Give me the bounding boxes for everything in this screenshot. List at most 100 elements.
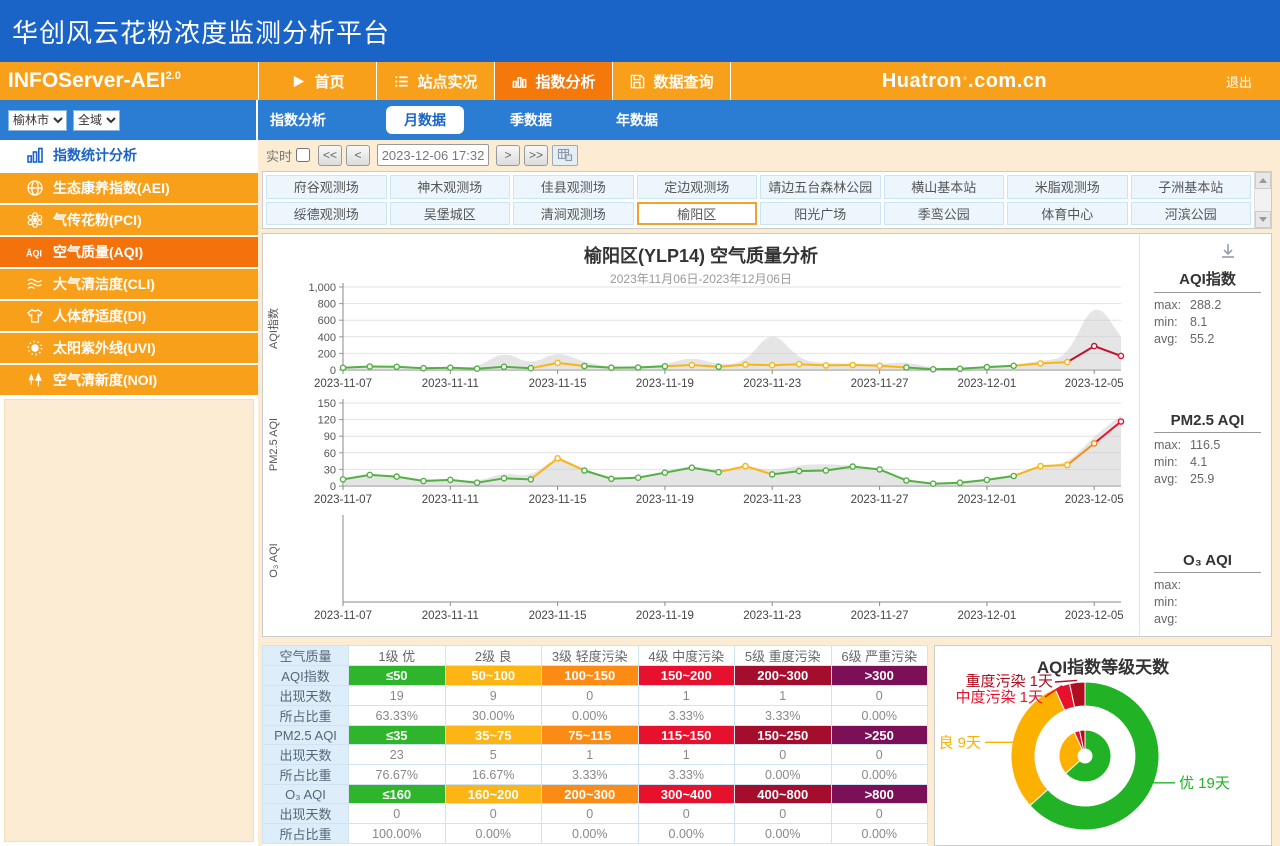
station-button[interactable]: 定边观测场 [637,175,758,199]
days-cell: 0 [735,804,832,824]
step-back-fast-button[interactable]: << [318,145,342,166]
station-button[interactable]: 横山基本站 [884,175,1005,199]
nav-item-站点实况[interactable]: 站点实况 [377,62,495,100]
svg-text:800: 800 [318,299,336,311]
level-header-cell: 5级 重度污染 [735,646,832,666]
svg-text:600: 600 [318,315,336,327]
level-header-cell: 3级 轻度污染 [542,646,639,666]
station-button[interactable]: 阳光广场 [760,202,881,226]
datetime-input[interactable] [377,144,489,166]
range-cell: 200~300 [542,785,639,804]
download-button[interactable] [1219,242,1237,260]
level-header-cell: 2级 良 [445,646,542,666]
sidebar-item-太阳紫外线(UVI)[interactable]: 太阳紫外线(UVI) [0,333,258,363]
days-cell: 0 [831,686,928,706]
scroll-up-button[interactable] [1255,172,1271,189]
station-button[interactable]: 吴堡城区 [390,202,511,226]
nav-item-数据查询[interactable]: 数据查询 [613,62,731,100]
station-button[interactable]: 米脂观测场 [1007,175,1128,199]
svg-text:2023-12-05: 2023-12-05 [1065,378,1124,390]
station-button[interactable]: 河滨公园 [1131,202,1252,226]
station-button[interactable]: 榆阳区 [637,202,758,226]
sidebar-item-空气清新度(NOI)[interactable]: 空气清新度(NOI) [0,365,258,395]
sidebar-item-人体舒适度(DI)[interactable]: 人体舒适度(DI) [0,301,258,331]
stats-icon [26,146,44,164]
tab-月数据[interactable]: 月数据 [386,106,464,134]
station-button[interactable]: 佳县观测场 [513,175,634,199]
days-cell: 0 [638,804,735,824]
nav-item-指数分析[interactable]: 指数分析 [495,62,613,100]
tab-年数据[interactable]: 年数据 [598,106,676,134]
calendar-button[interactable] [552,145,578,166]
svg-text:O₃ AQI: O₃ AQI [268,543,280,577]
section-name-cell: O₃ AQI [263,785,349,804]
days-cell: 23 [349,745,446,765]
stat-min: min: [1154,594,1261,611]
pct-cell: 0.00% [638,824,735,844]
station-button[interactable]: 靖边五台森林公园 [760,175,881,199]
aqi-line-chart: 02004006008001,0002023-11-072023-11-1120… [263,280,1131,396]
realtime-checkbox[interactable] [296,148,310,162]
station-button[interactable]: 府谷观测场 [266,175,387,199]
svg-text:60: 60 [324,448,336,460]
sidebar-item-label: 空气质量(AQI) [53,242,143,262]
stat-avg: avg: [1154,611,1261,628]
station-scrollbar[interactable] [1254,172,1271,228]
sidebar-items: 指数统计分析生态康养指数(AEI) 气传花粉(PCI)ĀQI空气质量(AQI) 大气… [0,140,258,397]
nav-item-label: 站点实况 [417,71,477,92]
air-quality-chart-panel: 榆阳区(YLP14) 空气质量分析 2023年11月06日-2023年12月06… [262,233,1272,637]
svg-text:2023-12-01: 2023-12-01 [957,378,1016,390]
svg-text:2023-11-23: 2023-11-23 [743,610,801,622]
stat-title: O₃ AQI [1154,552,1261,573]
station-button[interactable]: 体育中心 [1007,202,1128,226]
o3-line-chart: 2023-11-072023-11-112023-11-152023-11-19… [263,512,1131,628]
range-cell: 200~300 [735,666,832,686]
station-button[interactable]: 清涧观测场 [513,202,634,226]
sidebar-item-生态康养指数(AEI)[interactable]: 生态康养指数(AEI) [0,173,258,203]
svg-text:2023-11-19: 2023-11-19 [636,610,694,622]
range-cell: ≤160 [349,785,446,804]
station-button[interactable]: 子洲基本站 [1131,175,1252,199]
sidebar-item-label: 生态康养指数(AEI) [53,178,170,198]
sub-bar: 榆林市 全域 指数分析 月数据季数据年数据 [0,100,1280,140]
stat-title: AQI指数 [1154,268,1261,293]
scroll-down-button[interactable] [1255,211,1271,228]
area-select[interactable]: 全域 [73,110,120,131]
charts-column: 榆阳区(YLP14) 空气质量分析 2023年11月06日-2023年12月06… [263,234,1139,636]
station-button[interactable]: 绥德观测场 [266,202,387,226]
range-cell: 35~75 [445,726,542,745]
globe-icon [26,179,44,197]
sidebar-item-空气质量(AQI)[interactable]: ĀQI空气质量(AQI) [0,237,258,267]
step-back-button[interactable]: < [346,145,370,166]
sidebar-item-指数统计分析[interactable]: 指数统计分析 [0,140,258,170]
pct-cell: 3.33% [638,706,735,726]
table-corner-cell: 空气质量 [263,646,349,666]
bottom-row: 空气质量1级 优2级 良3级 轻度污染4级 中度污染5级 重度污染6级 严重污染… [262,645,1272,846]
tab-季数据[interactable]: 季数据 [492,106,570,134]
stat-max: max: [1154,577,1261,594]
city-select[interactable]: 榆林市 [8,110,67,131]
download-icon [1219,242,1237,260]
sidebar-item-label: 大气清洁度(CLI) [53,274,155,294]
nav-item-首页[interactable]: 首页 [259,62,377,100]
stat-block-AQI指数: AQI指数max:288.2min:8.1avg:55.2 [1154,268,1261,348]
flower-icon [26,211,44,229]
main-content: 实时 << < > >> 府谷观测场神木观测场佳县观测场定边观测场靖边五台森林公… [258,140,1280,846]
logout-link[interactable]: 退出 [1198,62,1280,100]
stat-max: max:288.2 [1154,297,1261,314]
sidebar-item-大气清洁度(CLI)[interactable]: 大气清洁度(CLI) [0,269,258,299]
pct-cell: 0.00% [735,765,832,785]
station-button[interactable]: 季鸾公园 [884,202,1005,226]
svg-text:2023-11-15: 2023-11-15 [529,378,587,390]
station-button[interactable]: 神木观测场 [390,175,511,199]
sidebar-item-label: 太阳紫外线(UVI) [53,338,156,358]
svg-text:2023-11-27: 2023-11-27 [851,378,909,390]
pct-cell: 100.00% [349,824,446,844]
svg-text:2023-12-05: 2023-12-05 [1065,494,1124,506]
sidebar-item-气传花粉(PCI)[interactable]: 气传花粉(PCI) [0,205,258,235]
step-forward-button[interactable]: > [496,145,520,166]
huatron-logo: Huatron°.com.cn [731,62,1198,100]
bar-chart-icon [511,73,528,90]
step-forward-fast-button[interactable]: >> [524,145,548,166]
section-name-cell: PM2.5 AQI [263,726,349,745]
